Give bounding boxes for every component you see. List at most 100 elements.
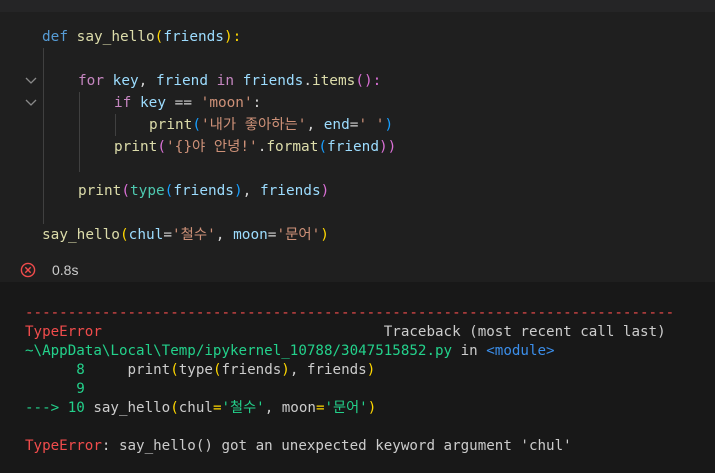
- code-token: format: [266, 139, 319, 155]
- code-token: if: [114, 95, 132, 111]
- code-token: friends: [259, 183, 321, 199]
- fold-chevron-icon[interactable]: [25, 92, 37, 114]
- fold-chevron-icon[interactable]: [25, 70, 37, 92]
- code-line[interactable]: for key, friend in friends.items():: [78, 70, 381, 92]
- code-token: ----------------------------------------…: [25, 305, 675, 321]
- code-token: ): [384, 117, 394, 133]
- cell-output[interactable]: ----------------------------------------…: [0, 282, 715, 473]
- code-token: chul: [128, 227, 164, 243]
- output-line: 8 print(type(friends), friends): [25, 361, 375, 380]
- code-token: '{}야 안녕!': [166, 139, 258, 155]
- code-token: 'moon': [200, 95, 253, 111]
- code-token: TypeError: [25, 324, 102, 340]
- code-token: : say_hello() got an unexpected keyword …: [101, 438, 572, 454]
- cell-status-bar: 0.8s: [0, 258, 715, 282]
- code-token: ,: [306, 117, 324, 133]
- notebook-code-cell[interactable]: def say_hello(friends): for key, friend …: [0, 12, 715, 282]
- code-token: friend: [156, 73, 208, 89]
- code-token: moon: [233, 227, 268, 243]
- code-token: key: [112, 73, 139, 89]
- code-token: (: [170, 362, 179, 378]
- code-token: ): [320, 183, 330, 199]
- code-token: (: [157, 139, 166, 155]
- code-token: <module>: [486, 343, 555, 359]
- output-line: 9: [25, 380, 85, 399]
- error-circle-icon[interactable]: [20, 262, 36, 282]
- code-token: .: [303, 73, 312, 89]
- code-line[interactable]: say_hello(chul='철수', moon='문어'): [42, 224, 329, 246]
- indent-guide: [79, 92, 80, 172]
- code-token: , friends: [289, 362, 367, 378]
- code-token: ==: [166, 95, 201, 111]
- code-token: ---> 10: [25, 400, 94, 416]
- code-token: )): [379, 139, 397, 155]
- code-token: =: [163, 227, 172, 243]
- output-line: ---> 10 say_hello(chul='철수', moon='문어'): [25, 399, 376, 418]
- code-line[interactable]: print('내가 좋아하는', end=' '): [149, 114, 393, 136]
- code-token: ):: [223, 29, 242, 45]
- code-token: 9: [25, 381, 85, 397]
- code-token: ():: [355, 73, 382, 89]
- code-token: ): [367, 400, 377, 416]
- code-token: end: [323, 117, 350, 133]
- code-token: , moon: [264, 400, 316, 416]
- code-token: print: [114, 139, 158, 155]
- execution-time: 0.8s: [52, 262, 79, 278]
- indent-guide: [43, 48, 44, 224]
- code-token: '내가 좋아하는': [201, 117, 307, 133]
- code-line[interactable]: print('{}야 안녕!'.format(friend)): [114, 136, 396, 158]
- code-token: key: [140, 95, 166, 111]
- output-line: TypeError Traceback (most recent call la…: [25, 323, 666, 342]
- code-token: (: [192, 117, 201, 133]
- code-token: type: [130, 183, 165, 199]
- code-token: in: [216, 73, 234, 89]
- code-token: print: [149, 117, 193, 133]
- code-token: Traceback (most recent call last): [101, 324, 666, 340]
- code-token: friends: [221, 362, 282, 378]
- code-token: friends: [163, 29, 224, 45]
- code-token: :: [252, 95, 262, 111]
- code-token: print: [93, 362, 171, 378]
- code-token: def: [42, 29, 68, 45]
- code-token: ~\AppData\Local\Temp/ipykernel_10788/304…: [25, 343, 453, 359]
- output-line: ----------------------------------------…: [25, 304, 674, 323]
- code-token: say_hello: [93, 400, 171, 416]
- code-token: in: [452, 343, 487, 359]
- indent-guide: [115, 114, 116, 136]
- code-token: 8: [25, 362, 94, 378]
- output-line: ~\AppData\Local\Temp/ipykernel_10788/304…: [25, 342, 555, 361]
- code-token: ' ': [358, 117, 385, 133]
- code-line[interactable]: def say_hello(friends):: [42, 26, 241, 48]
- code-token: ,: [138, 73, 156, 89]
- code-token: ): [366, 362, 376, 378]
- code-token: print: [78, 183, 122, 199]
- output-line: TypeError: say_hello() got an unexpected…: [25, 437, 572, 456]
- code-token: say_hello: [42, 227, 120, 243]
- code-line[interactable]: print(type(friends), friends): [78, 180, 329, 202]
- code-token: ,: [215, 227, 234, 243]
- code-token: ,: [242, 183, 260, 199]
- code-token: '철수': [171, 227, 216, 243]
- code-token: ): [281, 362, 290, 378]
- code-token: friends: [173, 183, 234, 199]
- code-token: '문어': [324, 400, 368, 416]
- code-token: for: [78, 73, 104, 89]
- code-token: (: [119, 227, 129, 243]
- code-token: '문어': [276, 227, 321, 243]
- code-token: (: [318, 139, 328, 155]
- code-line[interactable]: if key == 'moon':: [114, 92, 261, 114]
- code-token: say_hello: [76, 29, 155, 45]
- code-token: TypeError: [25, 438, 102, 454]
- code-token: type: [178, 362, 213, 378]
- code-token: friends: [242, 73, 304, 89]
- code-token: ): [233, 183, 243, 199]
- code-token: chul: [178, 400, 213, 416]
- code-token: (: [170, 400, 179, 416]
- code-token: items: [311, 73, 356, 89]
- code-token: ): [320, 227, 329, 243]
